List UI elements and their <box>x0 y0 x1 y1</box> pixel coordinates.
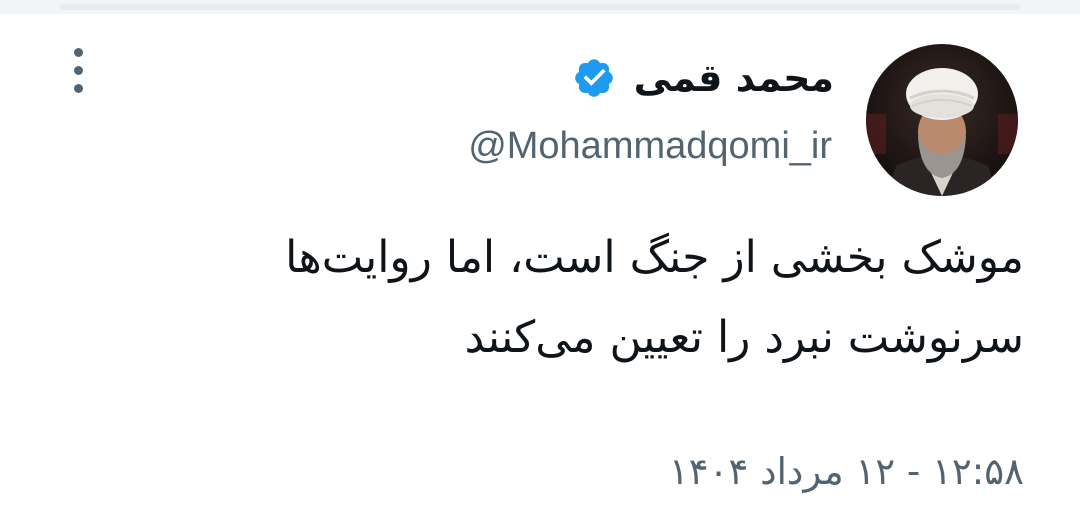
more-options-button[interactable] <box>62 46 96 98</box>
tweet-text-line: سرنوشت نبرد را تعیین می‌کنند <box>464 312 1024 363</box>
author-handle[interactable]: @Mohammadqomi_ir <box>468 122 832 170</box>
author-display-name[interactable]: محمد قمی <box>634 52 834 104</box>
tweet-text: موشک بخشی از جنگ است، اما روایت‌ها سرنوش… <box>84 218 1024 378</box>
verified-badge-icon <box>575 59 613 97</box>
avatar-image <box>866 44 1018 196</box>
tweet-timestamp[interactable]: ۱۲:۵۸ - ۱۲ مرداد ۱۴۰۴ <box>669 446 1024 498</box>
tweet-text-line: موشک بخشی از جنگ است، اما روایت‌ها <box>285 232 1024 283</box>
top-divider <box>0 0 1080 14</box>
more-vertical-icon <box>74 48 83 57</box>
avatar[interactable] <box>866 44 1018 196</box>
